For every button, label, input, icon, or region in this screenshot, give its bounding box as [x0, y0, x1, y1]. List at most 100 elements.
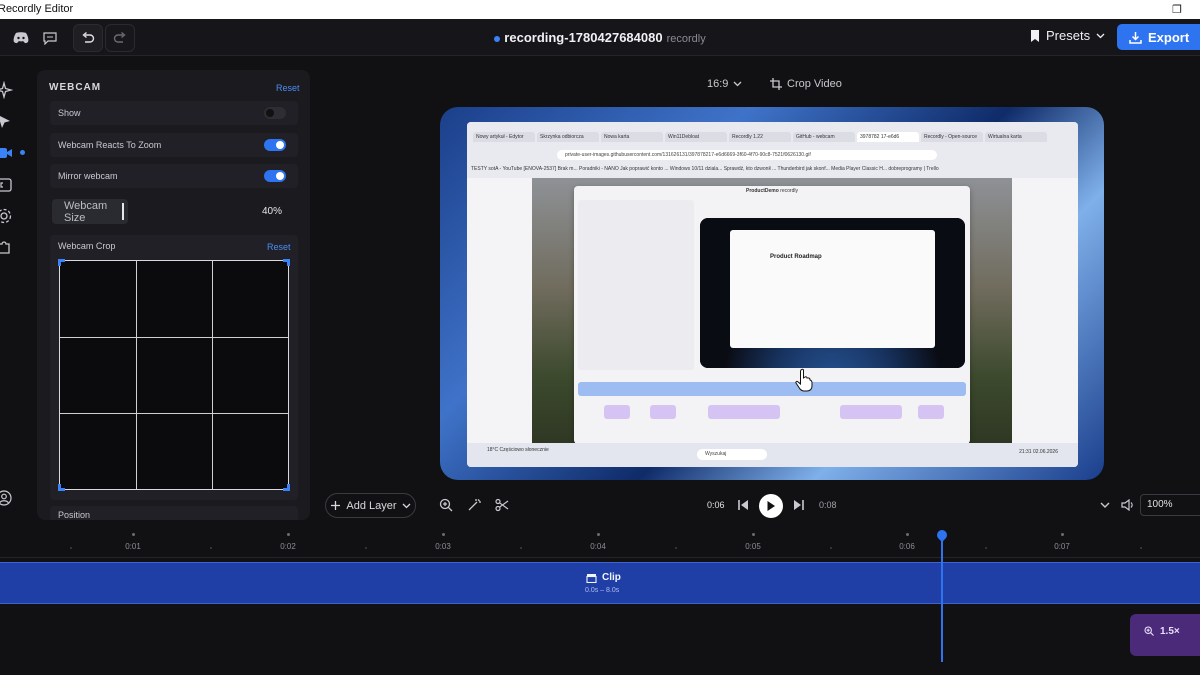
reset-button[interactable]: Reset [276, 83, 300, 93]
presets-button[interactable]: Presets [1030, 28, 1105, 43]
bookmark-icon [1031, 29, 1039, 42]
play-button[interactable] [759, 494, 783, 518]
chevron-down-icon [733, 81, 742, 87]
aspect-ratio-dropdown[interactable]: 16:9 [707, 78, 742, 90]
ruler-label: 0:06 [899, 542, 915, 551]
webcam-crop-grid[interactable] [58, 259, 290, 491]
webcam-crop-label: Webcam Crop [58, 241, 116, 251]
clip-track[interactable]: Clip 0.0s – 8.0s [0, 562, 1200, 604]
nested-document: Product Roadmap [730, 230, 935, 348]
show-webcam-label: Show [58, 108, 81, 118]
browser-tab: Nowy artykuł - Edytor [473, 132, 535, 142]
webcam-size-slider[interactable]: Webcam Size 40% [50, 197, 298, 227]
ruler-minor-tick [70, 547, 72, 549]
nested-doc-title: Product Roadmap [770, 254, 822, 260]
discord-icon[interactable] [8, 25, 34, 51]
window-title: Recordly Editor [0, 3, 74, 15]
zoom-segment[interactable]: 1.5× [1130, 614, 1200, 656]
active-indicator [20, 150, 25, 155]
nested-title: ProductDemo recordly [574, 188, 970, 194]
app-name: recordly [666, 33, 706, 45]
crop-handle-bottom-right[interactable] [283, 484, 290, 491]
export-icon [1129, 31, 1142, 44]
aspect-ratio-value: 16:9 [707, 78, 729, 90]
crop-handle-bottom-left[interactable] [58, 484, 65, 491]
nested-preview: Product Roadmap [700, 218, 965, 368]
browser-tab-active: 3978782 17-e6d6 [857, 132, 919, 142]
grid-line [60, 413, 288, 414]
redo-button[interactable] [105, 24, 135, 52]
grid-line [136, 261, 137, 489]
timeline-ruler[interactable]: 0:01 0:02 0:03 0:04 0:05 0:06 0:07 [0, 527, 1200, 557]
chevron-down-icon [1096, 33, 1105, 38]
reacts-to-zoom-label: Webcam Reacts To Zoom [58, 140, 162, 150]
feedback-icon[interactable] [37, 25, 63, 51]
grid-line [212, 261, 213, 489]
clip-range: 0.0s – 8.0s [585, 587, 620, 594]
ruler-minor-tick [675, 547, 677, 549]
restore-icon[interactable]: ❐ [1154, 0, 1200, 19]
ruler-minor-tick [985, 547, 987, 549]
webcam-size-label[interactable]: Webcam Size [52, 199, 128, 224]
browser-tabs: Nowy artykuł - Edytor Skrzynka odbiorcza… [473, 132, 1047, 142]
captions-icon[interactable] [0, 175, 14, 195]
crop-reset-button[interactable]: Reset [267, 242, 291, 252]
nested-zoom-segment [650, 405, 676, 419]
cursor-icon[interactable] [0, 112, 14, 132]
reacts-to-zoom-toggle[interactable] [264, 139, 286, 151]
scissors-icon[interactable] [494, 497, 510, 513]
zoom-in-icon[interactable] [438, 497, 454, 513]
crop-handle-top-right[interactable] [283, 259, 290, 266]
chevron-down-icon[interactable] [1097, 497, 1113, 513]
skip-back-icon[interactable] [735, 497, 751, 513]
ruler-label: 0:07 [1054, 542, 1070, 551]
clapperboard-icon [586, 573, 597, 583]
presets-label: Presets [1046, 28, 1091, 43]
skip-forward-icon[interactable] [791, 497, 807, 513]
show-webcam-toggle[interactable] [264, 107, 286, 119]
reacts-to-zoom-row[interactable]: Webcam Reacts To Zoom [50, 133, 298, 157]
gear-icon[interactable] [0, 206, 14, 226]
ruler-label: 0:02 [280, 542, 296, 551]
webcam-crop-card: Webcam Crop Reset [50, 235, 298, 500]
nested-title-app: recordly [780, 188, 798, 194]
magic-wand-icon[interactable] [466, 497, 482, 513]
add-layer-button[interactable]: Add Layer [325, 493, 416, 518]
ruler-minor-tick [520, 547, 522, 549]
undo-button[interactable] [73, 24, 103, 52]
browser-tab: Recordly 1.22 [729, 132, 791, 142]
redo-icon [113, 31, 126, 43]
plus-icon [331, 501, 341, 510]
export-button[interactable]: Export [1117, 24, 1200, 50]
browser-tab: Skrzynka odbiorcza [537, 132, 599, 142]
ruler-tick [752, 533, 755, 536]
ruler-tick [442, 533, 445, 536]
window-titlebar: Recordly Editor ❐ [0, 0, 1200, 19]
show-webcam-row[interactable]: Show [50, 101, 298, 125]
zoom-in-icon [1144, 626, 1154, 636]
volume-icon[interactable] [1120, 497, 1136, 513]
clip-label: Clip [602, 572, 621, 583]
video-preview[interactable]: Nowy artykuł - Edytor Skrzynka odbiorcza… [440, 107, 1104, 480]
nested-zoom-track [604, 405, 944, 419]
export-label: Export [1148, 29, 1190, 45]
clip-title: Clip [586, 572, 621, 583]
desktop-wallpaper: ProductDemo recordly Product Roadmap [532, 178, 1012, 460]
ruler-label: 0:03 [435, 542, 451, 551]
crop-video-button[interactable]: Crop Video [770, 78, 842, 90]
puzzle-icon[interactable] [0, 237, 14, 257]
windows-taskbar: 18°C Częściowo słonecznie Wyszukaj 21:31… [467, 443, 1078, 467]
crop-handle-top-left[interactable] [58, 259, 65, 266]
mirror-webcam-toggle[interactable] [264, 170, 286, 182]
sparkle-icon[interactable] [0, 80, 14, 100]
zoom-percent[interactable]: 100% [1140, 494, 1200, 516]
nested-zoom-segment [708, 405, 780, 419]
webcam-icon[interactable] [0, 143, 14, 163]
playhead[interactable] [941, 534, 943, 662]
ruler-tick [906, 533, 909, 536]
mirror-webcam-row[interactable]: Mirror webcam [50, 164, 298, 188]
nested-clip-track [578, 382, 966, 396]
crop-video-label: Crop Video [787, 78, 842, 90]
current-time: 0:06 [707, 500, 725, 510]
recording-name: recording-1780427684080 [504, 30, 663, 45]
